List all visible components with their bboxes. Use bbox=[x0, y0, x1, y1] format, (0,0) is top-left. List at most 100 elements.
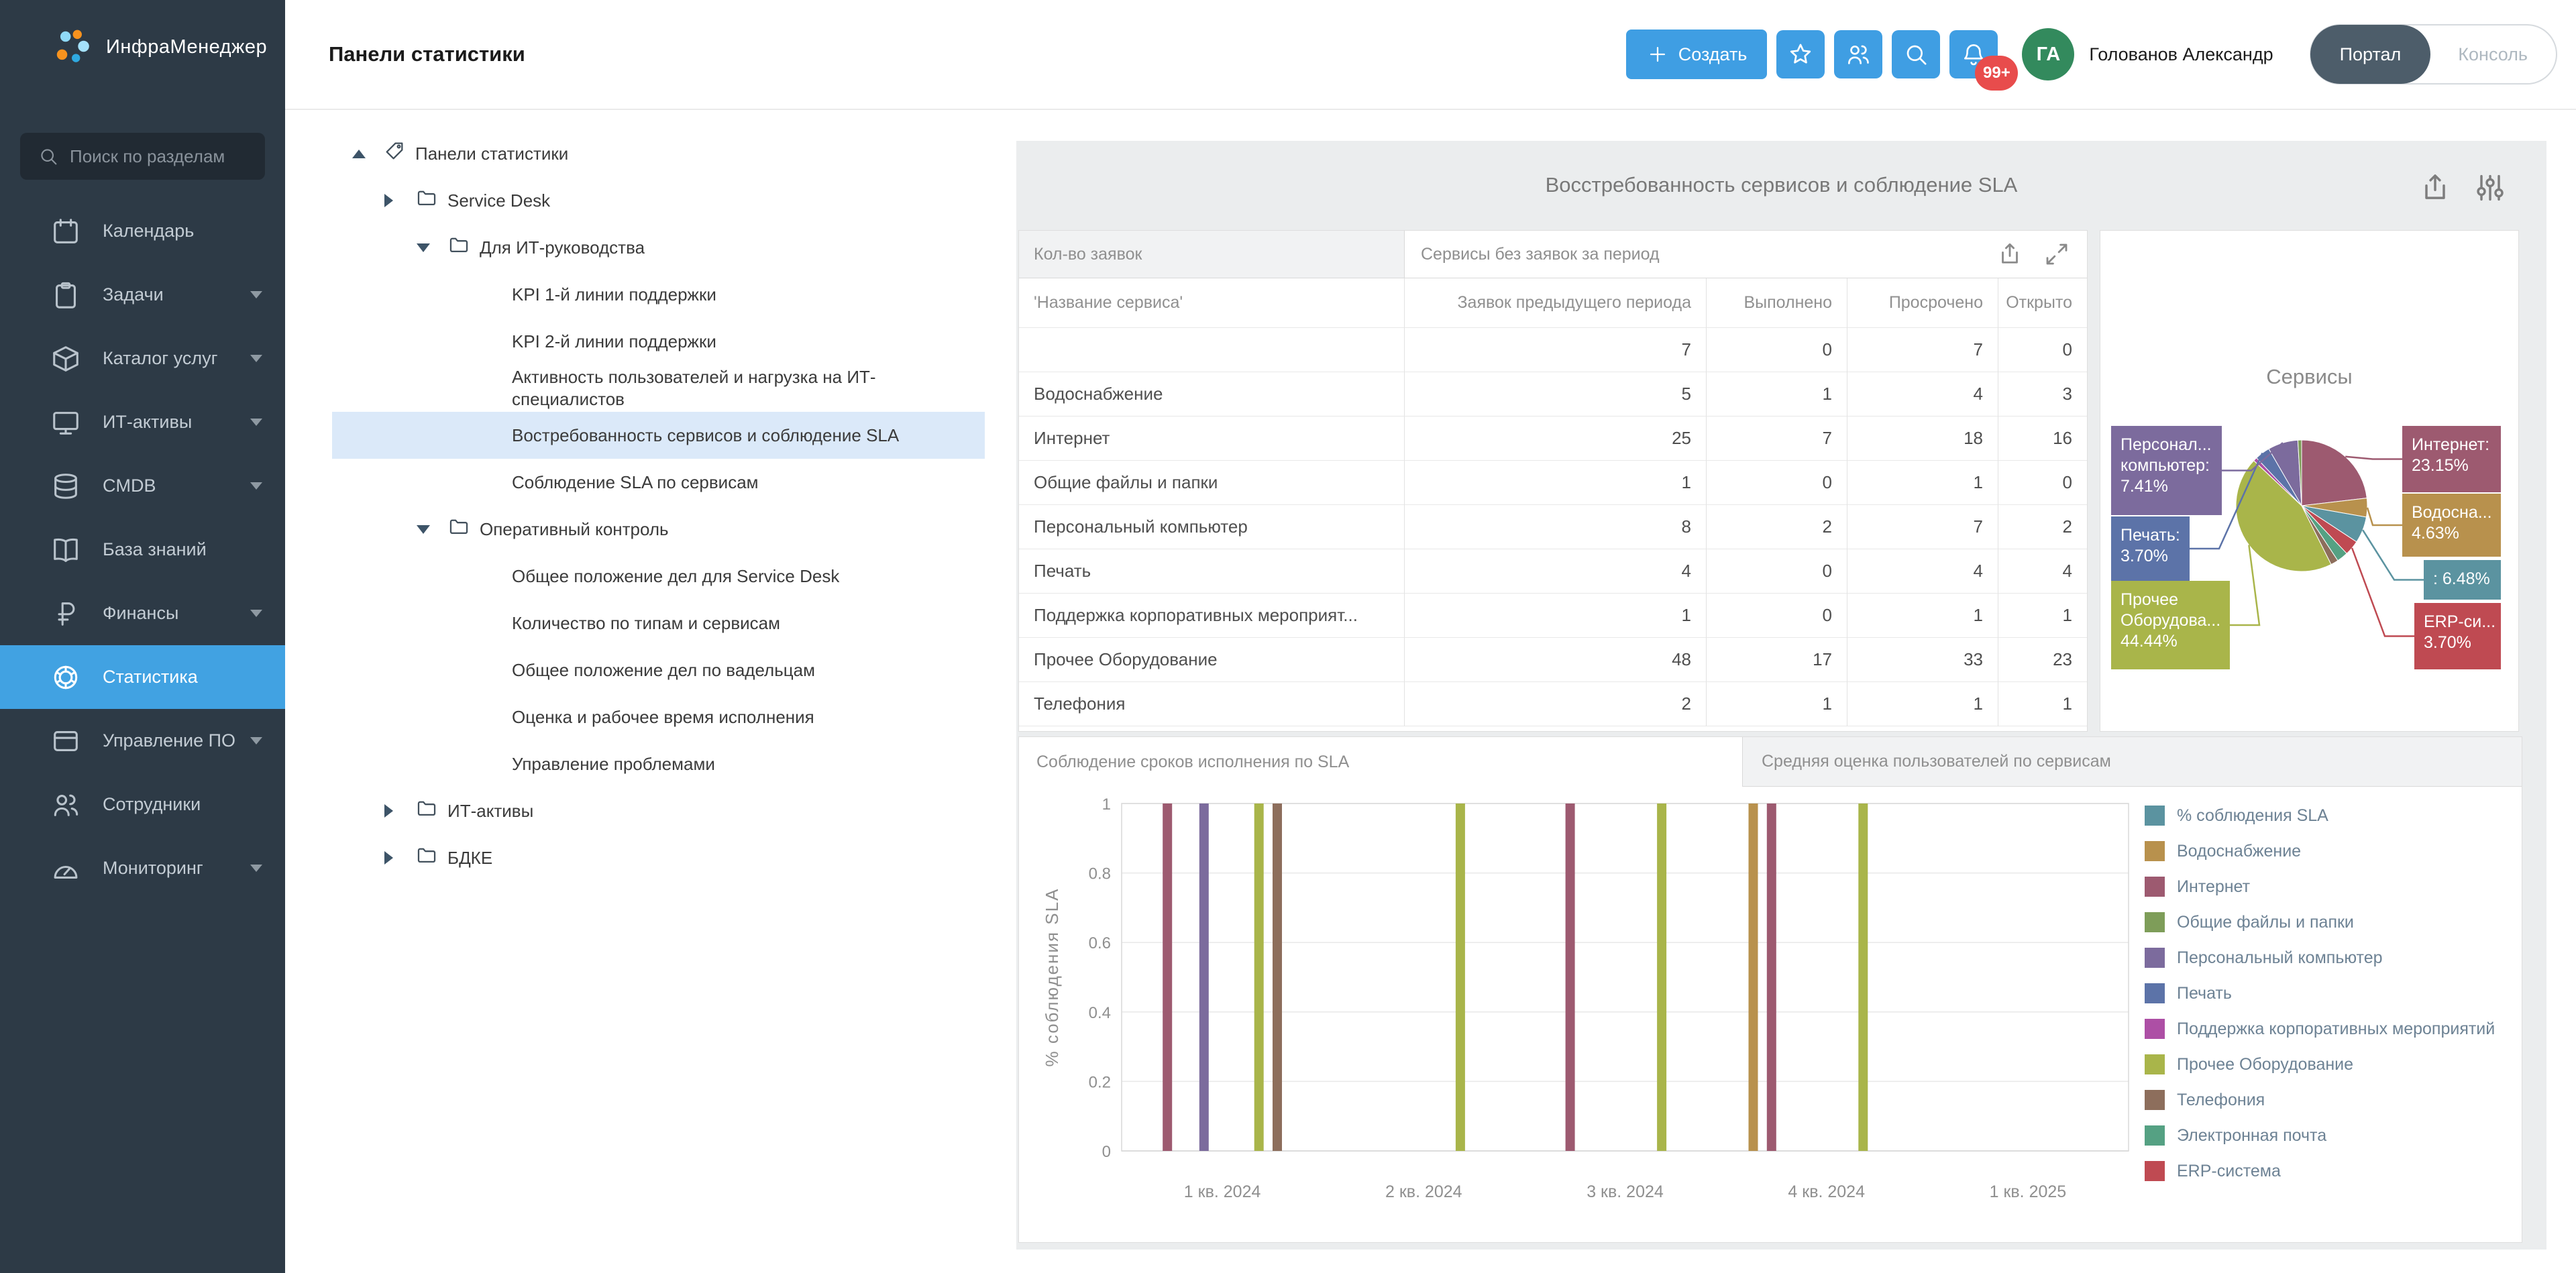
tree-item[interactable]: Service Desk bbox=[332, 177, 985, 224]
sidebar-item[interactable]: Задачи bbox=[0, 263, 285, 327]
legend-item[interactable]: Печать bbox=[2145, 983, 2495, 1003]
sidebar-item[interactable]: CMDB bbox=[0, 454, 285, 518]
tree-item-label: БДКЕ bbox=[447, 847, 492, 869]
tree-item[interactable]: Для ИТ-руководства bbox=[332, 224, 985, 271]
legend-item[interactable]: Поддержка корпоративных мероприятий bbox=[2145, 1019, 2495, 1039]
tree-item[interactable]: ИТ-активы bbox=[332, 787, 985, 834]
legend-item[interactable]: Прочее Оборудование bbox=[2145, 1054, 2495, 1074]
export-icon[interactable] bbox=[1996, 240, 2024, 268]
legend-swatch bbox=[2145, 1090, 2165, 1110]
sidebar-item-label: ИТ-активы bbox=[103, 412, 192, 433]
table-cell: 0 bbox=[1707, 461, 1847, 505]
pie-callout-line bbox=[2367, 508, 2402, 525]
export-icon[interactable] bbox=[2418, 170, 2453, 205]
sidebar-item[interactable]: База знаний bbox=[0, 518, 285, 582]
fullscreen-icon[interactable] bbox=[2043, 240, 2071, 268]
table-cell: 1 bbox=[1998, 594, 2087, 638]
y-tick-label: 0 bbox=[1102, 1143, 1111, 1161]
bar bbox=[1749, 804, 1758, 1151]
sidebar-item-label: Управление ПО bbox=[103, 730, 235, 751]
tree-item-label: Панели статистики bbox=[415, 143, 568, 165]
tab-services-without-requests[interactable]: Сервисы без заявок за период bbox=[1405, 231, 2087, 278]
pie-callout-label: ERP-си... bbox=[2424, 612, 2496, 631]
legend-item[interactable]: Электронная почта bbox=[2145, 1125, 2495, 1146]
table-cell: 1 bbox=[1707, 682, 1847, 726]
tree-item-label: Общее положение дел для Service Desk bbox=[512, 565, 839, 588]
tree-item[interactable]: Оценка и рабочее время исполнения bbox=[332, 694, 985, 740]
tree-item[interactable]: Общее положение дел по вадельцам bbox=[332, 647, 985, 694]
table-header-cell: Открыто bbox=[1998, 278, 2087, 328]
statistics-icon bbox=[50, 662, 81, 693]
sidebar-item[interactable]: Мониторинг bbox=[0, 836, 285, 900]
toggle-portal[interactable]: Портал bbox=[2310, 25, 2431, 84]
folder-icon bbox=[447, 515, 480, 543]
notifications-button[interactable]: 99+ bbox=[1949, 30, 1998, 78]
table-cell: 23 bbox=[1998, 638, 2087, 682]
legend-swatch bbox=[2145, 841, 2165, 861]
pie-callout-label: Интернет: bbox=[2412, 435, 2489, 454]
tab-user-rating[interactable]: Средняя оценка пользователей по сервисам bbox=[1742, 737, 2522, 787]
tree-item[interactable]: KPI 2-й линии поддержки bbox=[332, 318, 985, 365]
service-name-cell: Интернет bbox=[1019, 417, 1405, 461]
table-cell: 1 bbox=[1707, 372, 1847, 417]
x-tick-label: 1 кв. 2024 bbox=[1184, 1182, 1261, 1201]
sidebar-item[interactable]: Управление ПО bbox=[0, 709, 285, 773]
tree-item-label: Активность пользователей и нагрузка на И… bbox=[512, 366, 961, 410]
tree-item[interactable]: Востребованность сервисов и соблюдение S… bbox=[332, 412, 985, 459]
sidebar-item[interactable]: ИТ-активы bbox=[0, 390, 285, 454]
it-assets-icon bbox=[50, 407, 81, 438]
sidebar-item[interactable]: Финансы bbox=[0, 582, 285, 645]
tree-item[interactable]: Соблюдение SLA по сервисам bbox=[332, 459, 985, 506]
tab-sla-compliance[interactable]: Соблюдение сроков исполнения по SLA bbox=[1019, 737, 1742, 787]
legend-item[interactable]: Персональный компьютер bbox=[2145, 948, 2495, 968]
tree-item[interactable]: Общее положение дел для Service Desk bbox=[332, 553, 985, 600]
sidebar-item-label: Мониторинг bbox=[103, 858, 203, 879]
pie-slice bbox=[2302, 440, 2367, 506]
settings-sliders-icon[interactable] bbox=[2473, 170, 2508, 205]
chevron-down-icon bbox=[250, 737, 262, 744]
sidebar-item[interactable]: Календарь bbox=[0, 199, 285, 263]
avatar[interactable]: ГА bbox=[2022, 28, 2074, 80]
legend-item[interactable]: Общие файлы и папки bbox=[2145, 912, 2495, 932]
x-tick-label: 1 кв. 2025 bbox=[1990, 1182, 2067, 1201]
create-button[interactable]: Создать bbox=[1626, 30, 1768, 79]
tree-item[interactable]: KPI 1-й линии поддержки bbox=[332, 271, 985, 318]
table-cell: 3 bbox=[1998, 372, 2087, 417]
sidebar-item[interactable]: Сотрудники bbox=[0, 773, 285, 836]
tree-item[interactable]: БДКЕ bbox=[332, 834, 985, 881]
tree-item[interactable]: Количество по типам и сервисам bbox=[332, 600, 985, 647]
tree-item[interactable]: Активность пользователей и нагрузка на И… bbox=[332, 365, 985, 412]
table-cell: 4 bbox=[1847, 372, 1998, 417]
x-tick-label: 2 кв. 2024 bbox=[1385, 1182, 1462, 1201]
search-button[interactable] bbox=[1892, 30, 1940, 78]
chevron-down-icon bbox=[250, 865, 262, 872]
tab-request-count[interactable]: Кол-во заявок bbox=[1019, 231, 1405, 278]
sections-search-input[interactable]: Поиск по разделам bbox=[20, 133, 265, 180]
legend-item[interactable]: Интернет bbox=[2145, 877, 2495, 897]
tree-item[interactable]: Панели статистики bbox=[332, 130, 985, 177]
favorites-button[interactable] bbox=[1776, 30, 1825, 78]
sla-chart-panel: Соблюдение сроков исполнения по SLA Сред… bbox=[1018, 736, 2522, 1243]
sidebar-item[interactable]: Каталог услуг bbox=[0, 327, 285, 390]
legend-item[interactable]: % соблюдения SLA bbox=[2145, 806, 2495, 826]
legend-item[interactable]: Водоснабжение bbox=[2145, 841, 2495, 861]
service-name-cell: Прочее Оборудование bbox=[1019, 638, 1405, 682]
legend-swatch bbox=[2145, 912, 2165, 932]
toggle-console[interactable]: Консоль bbox=[2430, 44, 2556, 65]
legend-label: Телефония bbox=[2177, 1091, 2265, 1110]
pie-callout-label: Водосна... bbox=[2412, 503, 2492, 522]
y-tick-label: 0.2 bbox=[1089, 1073, 1111, 1091]
tree-item[interactable]: Оперативный контроль bbox=[332, 506, 985, 553]
table-cell: 1 bbox=[1405, 594, 1707, 638]
chevron-down-icon bbox=[250, 610, 262, 617]
y-tick-label: 0.4 bbox=[1089, 1004, 1111, 1022]
table-cell: 16 bbox=[1998, 417, 2087, 461]
tree-item[interactable]: Управление проблемами bbox=[332, 740, 985, 787]
legend-item[interactable]: ERP-система bbox=[2145, 1161, 2495, 1181]
sidebar-item[interactable]: Статистика bbox=[0, 645, 285, 709]
legend-item[interactable]: Телефония bbox=[2145, 1090, 2495, 1110]
tree-down-arrow-icon bbox=[417, 243, 430, 252]
tree-right-arrow-icon bbox=[384, 851, 393, 865]
users-button[interactable] bbox=[1834, 30, 1882, 78]
tree-down-arrow-icon bbox=[417, 525, 430, 534]
